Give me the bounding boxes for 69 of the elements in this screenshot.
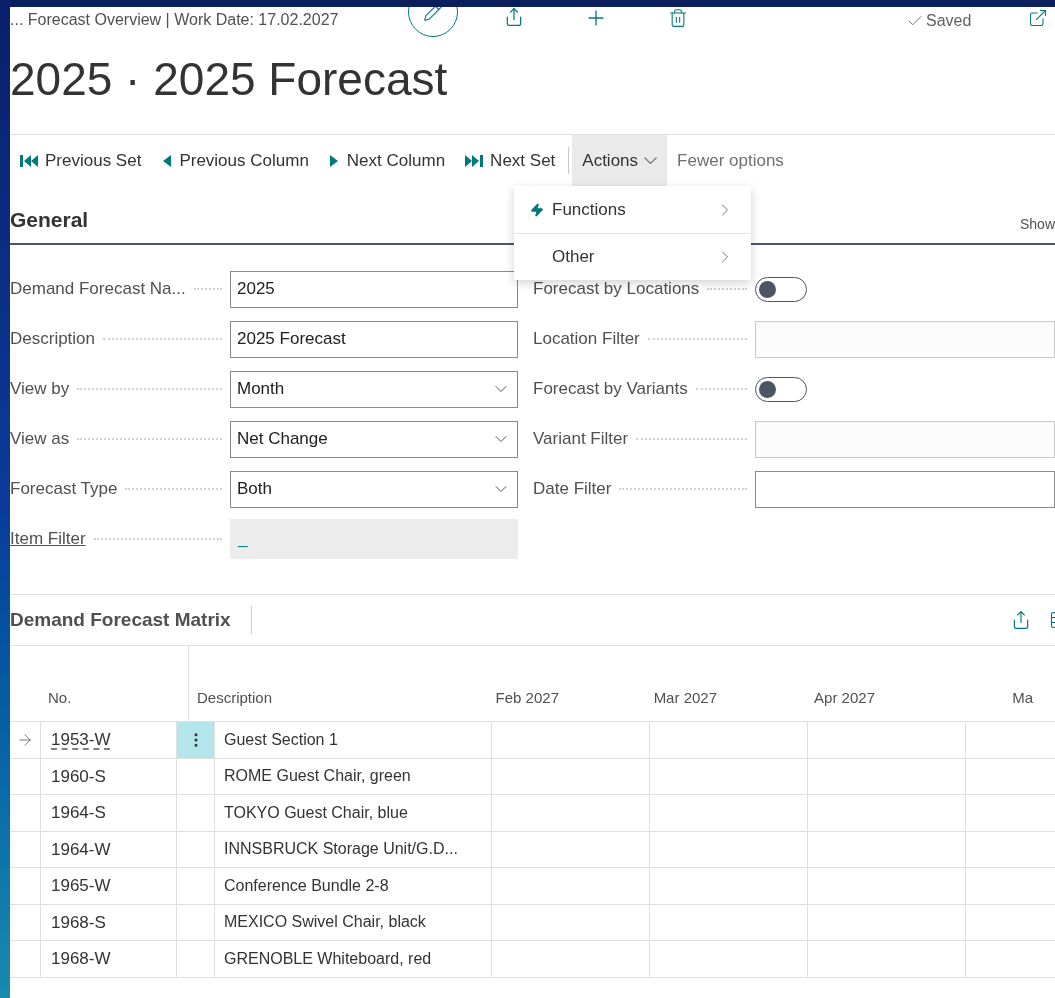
item-number[interactable]: 1964-W bbox=[51, 836, 111, 862]
breadcrumb: ... Forecast Overview | Work Date: 17.02.2027 bbox=[10, 10, 340, 30]
item-description: Conference Bundle 2-8 bbox=[224, 875, 389, 896]
filter-field[interactable]: _ bbox=[230, 519, 518, 559]
actions-menu-button[interactable]: Actions bbox=[572, 135, 668, 186]
menu-item[interactable]: Functions bbox=[514, 186, 751, 233]
toggle-switch[interactable] bbox=[755, 276, 807, 302]
item-description: GRENOBLE Whiteboard, red bbox=[224, 948, 432, 969]
dropdown-field[interactable]: Both bbox=[230, 470, 518, 508]
column-header[interactable]: Ma bbox=[1012, 686, 1033, 709]
item-number[interactable]: 1968-W bbox=[51, 946, 111, 972]
chevron-down-icon bbox=[644, 157, 658, 164]
dropdown-field[interactable]: Net Change bbox=[230, 420, 518, 458]
right-triangle-icon bbox=[328, 153, 340, 168]
dropdown-field[interactable]: Month bbox=[230, 370, 518, 408]
double-left-triangle-icon bbox=[20, 153, 38, 168]
column-header[interactable]: Apr 2027 bbox=[814, 686, 875, 709]
text-field[interactable]: 2025 Forecast bbox=[230, 320, 518, 358]
open-in-new-window-icon[interactable] bbox=[1028, 8, 1048, 28]
field-label: View as bbox=[10, 428, 70, 451]
section-title: General bbox=[10, 206, 89, 233]
item-description: INNSBRUCK Storage Unit/G.D... bbox=[224, 839, 458, 860]
item-number[interactable]: 1953-W bbox=[51, 727, 111, 753]
item-number[interactable]: 1960-S bbox=[51, 763, 106, 789]
toolbar-button[interactable]: Next Set bbox=[455, 135, 566, 186]
menu-item[interactable]: Other bbox=[514, 233, 751, 280]
toolbar-button[interactable]: Previous Column bbox=[151, 135, 319, 186]
page-title: 2025 · 2025 Forecast bbox=[10, 52, 448, 107]
column-header[interactable]: No. bbox=[48, 686, 72, 709]
item-description: TOKYO Guest Chair, blue bbox=[224, 802, 408, 823]
text-field[interactable]: 2025 bbox=[230, 270, 518, 308]
text-field[interactable] bbox=[755, 470, 1055, 508]
item-number[interactable]: 1968-S bbox=[51, 909, 106, 935]
field-label: Variant Filter bbox=[533, 428, 629, 451]
menu-item-label: Other bbox=[552, 246, 596, 269]
delete-icon[interactable] bbox=[668, 8, 688, 28]
column-header[interactable]: Feb 2027 bbox=[495, 686, 559, 709]
toolbar-button[interactable]: Fewer options bbox=[667, 135, 794, 186]
menu-item-label: Functions bbox=[552, 198, 627, 221]
item-description: ROME Guest Chair, green bbox=[224, 766, 411, 787]
toggle-switch[interactable] bbox=[755, 376, 807, 402]
column-header[interactable]: Mar 2027 bbox=[653, 686, 717, 709]
double-right-triangle-icon bbox=[465, 153, 484, 168]
item-number[interactable]: 1964-S bbox=[51, 800, 106, 826]
field-label: Date Filter bbox=[533, 478, 612, 501]
column-header[interactable]: Description bbox=[197, 686, 272, 709]
lookup-field[interactable] bbox=[755, 320, 1055, 358]
field-label: Forecast by Variants bbox=[533, 378, 688, 401]
saved-status: Saved bbox=[926, 11, 972, 31]
field-label: Description bbox=[10, 328, 96, 351]
edit-icon bbox=[423, 7, 443, 22]
field-label: View by bbox=[10, 378, 70, 401]
toolbar-button[interactable]: Next Column bbox=[318, 135, 456, 186]
share-icon[interactable] bbox=[1011, 610, 1031, 630]
left-triangle-icon bbox=[161, 153, 173, 168]
field-label: Demand Forecast Na... bbox=[10, 278, 186, 301]
item-number[interactable]: 1965-W bbox=[51, 873, 111, 899]
item-description: Guest Section 1 bbox=[224, 729, 338, 750]
section-title: Demand Forecast Matrix bbox=[10, 607, 232, 632]
lightning-icon bbox=[530, 202, 544, 217]
field-label[interactable]: Item Filter bbox=[10, 526, 86, 552]
item-description: MEXICO Swivel Chair, black bbox=[224, 912, 426, 933]
field-label: Location Filter bbox=[533, 328, 640, 351]
field-label: Forecast by Locations bbox=[533, 278, 700, 301]
share-icon[interactable] bbox=[504, 7, 524, 27]
toolbar-button[interactable]: Previous Set bbox=[10, 135, 152, 186]
show-more-link[interactable]: Show bbox=[1019, 214, 1055, 235]
lookup-field[interactable] bbox=[755, 420, 1055, 458]
field-label: Forecast Type bbox=[10, 478, 118, 501]
